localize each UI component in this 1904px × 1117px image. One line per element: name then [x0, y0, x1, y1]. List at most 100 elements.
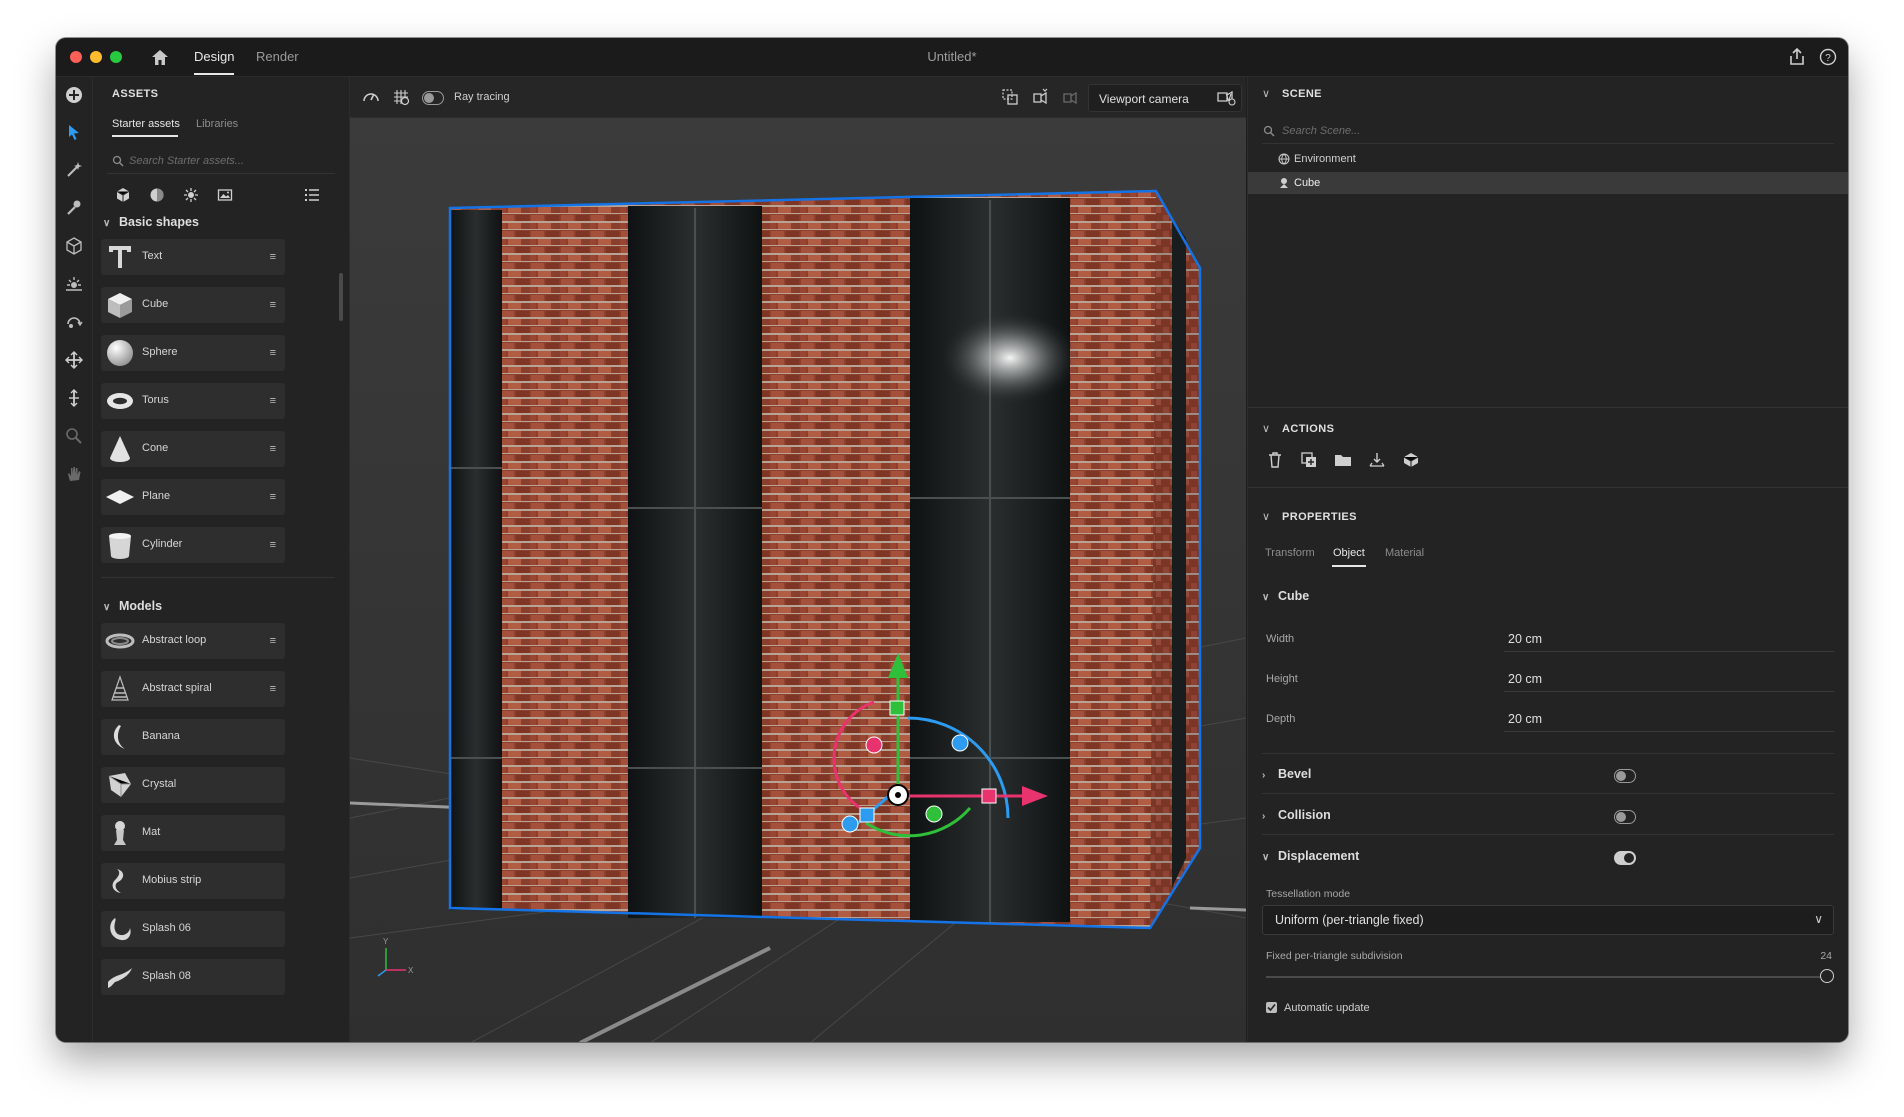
- x-axis-line-right: [1189, 906, 1246, 912]
- displacement-header[interactable]: ∨ Displacement: [1262, 849, 1359, 863]
- subdivision-slider-track[interactable]: [1266, 976, 1822, 978]
- zoom-tool-icon[interactable]: [64, 426, 84, 446]
- asset-text[interactable]: Text ≡: [101, 239, 285, 275]
- models-header[interactable]: ∨ Models: [103, 599, 162, 613]
- depth-field[interactable]: 20 cm: [1508, 712, 1542, 726]
- cube-section-header[interactable]: ∨ Cube: [1262, 589, 1309, 603]
- assets-search-input[interactable]: Search Starter assets...: [129, 155, 244, 167]
- camera-bookmark-icon[interactable]: [1031, 88, 1049, 106]
- options-icon[interactable]: ≡: [270, 539, 277, 551]
- assets-scrollbar[interactable]: [339, 273, 343, 321]
- lights-filter-icon[interactable]: [183, 187, 199, 203]
- tessellation-mode-select[interactable]: Uniform (per-triangle fixed) ∨: [1262, 905, 1834, 935]
- help-icon[interactable]: ?: [1818, 47, 1838, 67]
- banana-icon: [113, 725, 125, 749]
- options-icon[interactable]: ≡: [270, 683, 277, 695]
- 3d-scene[interactable]: Y X: [350, 118, 1246, 1042]
- properties-title[interactable]: ∨ PROPERTIES: [1262, 511, 1357, 523]
- frame-selection-icon[interactable]: [1001, 88, 1019, 106]
- asset-abstract-loop[interactable]: Abstract loop ≡: [101, 623, 285, 659]
- tab-starter-assets[interactable]: Starter assets: [112, 118, 180, 130]
- asset-sphere[interactable]: Sphere ≡: [101, 335, 285, 371]
- tab-material[interactable]: Material: [1385, 547, 1424, 559]
- group-icon[interactable]: [1334, 451, 1352, 469]
- options-icon[interactable]: ≡: [270, 347, 277, 359]
- sampler-icon[interactable]: [64, 198, 84, 218]
- add-icon[interactable]: [64, 85, 84, 105]
- asset-mat[interactable]: Mat: [101, 815, 285, 851]
- collision-header[interactable]: › Collision: [1262, 808, 1331, 822]
- camera-settings-icon[interactable]: [1216, 88, 1236, 106]
- shapes-filter-icon[interactable]: [115, 187, 131, 203]
- sphere-shape-icon: [107, 340, 133, 366]
- viewport[interactable]: Ray tracing Viewport camera ∨ Y X: [350, 77, 1246, 1042]
- convert-object-icon[interactable]: [1402, 451, 1420, 469]
- images-filter-icon[interactable]: [217, 187, 233, 203]
- options-icon[interactable]: ≡: [270, 635, 277, 647]
- options-icon[interactable]: ≡: [270, 491, 277, 503]
- camera-undo-icon[interactable]: [1061, 88, 1079, 106]
- asset-mobius-strip[interactable]: Mobius strip: [101, 863, 285, 899]
- subdivision-slider-handle[interactable]: [1820, 969, 1834, 983]
- displacement-toggle[interactable]: [1614, 851, 1636, 865]
- cube-tool-icon[interactable]: [64, 236, 84, 256]
- height-field[interactable]: 20 cm: [1508, 672, 1542, 686]
- ray-tracing-toggle[interactable]: [422, 91, 444, 105]
- actions-title[interactable]: ∨ ACTIONS: [1262, 423, 1334, 435]
- asset-cone[interactable]: Cone ≡: [101, 431, 285, 467]
- scene-search-input[interactable]: Search Scene...: [1282, 125, 1360, 137]
- scene-item-environment[interactable]: Environment: [1248, 148, 1848, 170]
- bevel-header[interactable]: › Bevel: [1262, 767, 1311, 781]
- bevel-toggle[interactable]: [1614, 769, 1636, 783]
- asset-abstract-spiral[interactable]: Abstract spiral ≡: [101, 671, 285, 707]
- light-tool-icon[interactable]: [64, 274, 84, 294]
- axis-y-label: Y: [383, 937, 389, 946]
- collision-toggle[interactable]: [1614, 810, 1636, 824]
- asset-cylinder[interactable]: Cylinder ≡: [101, 527, 285, 563]
- torus-shape-icon: [107, 393, 133, 409]
- asset-crystal[interactable]: Crystal: [101, 767, 285, 803]
- dolly-tool-icon[interactable]: [64, 388, 84, 408]
- options-icon[interactable]: ≡: [270, 299, 277, 311]
- asset-banana[interactable]: Banana: [101, 719, 285, 755]
- tessellation-mode-label: Tessellation mode: [1266, 888, 1351, 900]
- tab-transform[interactable]: Transform: [1265, 547, 1315, 559]
- share-icon[interactable]: [1787, 47, 1807, 67]
- list-view-icon[interactable]: [304, 187, 320, 203]
- options-icon[interactable]: ≡: [270, 251, 277, 263]
- asset-splash-08[interactable]: Splash 08: [101, 959, 285, 995]
- subdivision-value: 24: [1820, 950, 1832, 962]
- select-tool-icon[interactable]: [64, 122, 84, 142]
- asset-torus[interactable]: Torus ≡: [101, 383, 285, 419]
- drop-to-ground-icon[interactable]: [1368, 451, 1386, 469]
- asset-cube[interactable]: Cube ≡: [101, 287, 285, 323]
- magic-wand-icon[interactable]: [64, 160, 84, 180]
- tab-object[interactable]: Object: [1333, 547, 1365, 559]
- materials-filter-icon[interactable]: [149, 187, 165, 203]
- scene-item-cube[interactable]: Cube: [1248, 172, 1848, 194]
- pan-tool-icon[interactable]: [64, 350, 84, 370]
- basic-shapes-header[interactable]: ∨ Basic shapes: [103, 215, 199, 229]
- orbit-tool-icon[interactable]: [64, 312, 84, 332]
- width-field[interactable]: 20 cm: [1508, 632, 1542, 646]
- asset-plane[interactable]: Plane ≡: [101, 479, 285, 515]
- performance-icon[interactable]: [362, 88, 380, 106]
- delete-icon[interactable]: [1266, 451, 1284, 469]
- bevel-divider: [1262, 793, 1834, 794]
- grid-settings-icon[interactable]: [392, 88, 410, 106]
- options-icon[interactable]: ≡: [270, 443, 277, 455]
- object-tab-underline: [1332, 565, 1366, 567]
- scene-divider: [1248, 407, 1848, 408]
- hand-tool-icon[interactable]: [64, 464, 84, 484]
- checkmark-icon: [1267, 1003, 1276, 1012]
- cube-shape-icon: [108, 293, 132, 318]
- tab-libraries[interactable]: Libraries: [196, 118, 238, 130]
- scene-title[interactable]: ∨ SCENE: [1262, 88, 1322, 100]
- automatic-update-checkbox[interactable]: [1266, 1002, 1277, 1013]
- options-icon[interactable]: ≡: [270, 395, 277, 407]
- chevron-down-icon: ∨: [1262, 852, 1270, 863]
- duplicate-icon[interactable]: [1300, 451, 1318, 469]
- chevron-right-icon: ›: [1262, 811, 1266, 822]
- asset-splash-06[interactable]: Splash 06: [101, 911, 285, 947]
- chevron-down-icon: ∨: [1262, 88, 1271, 100]
